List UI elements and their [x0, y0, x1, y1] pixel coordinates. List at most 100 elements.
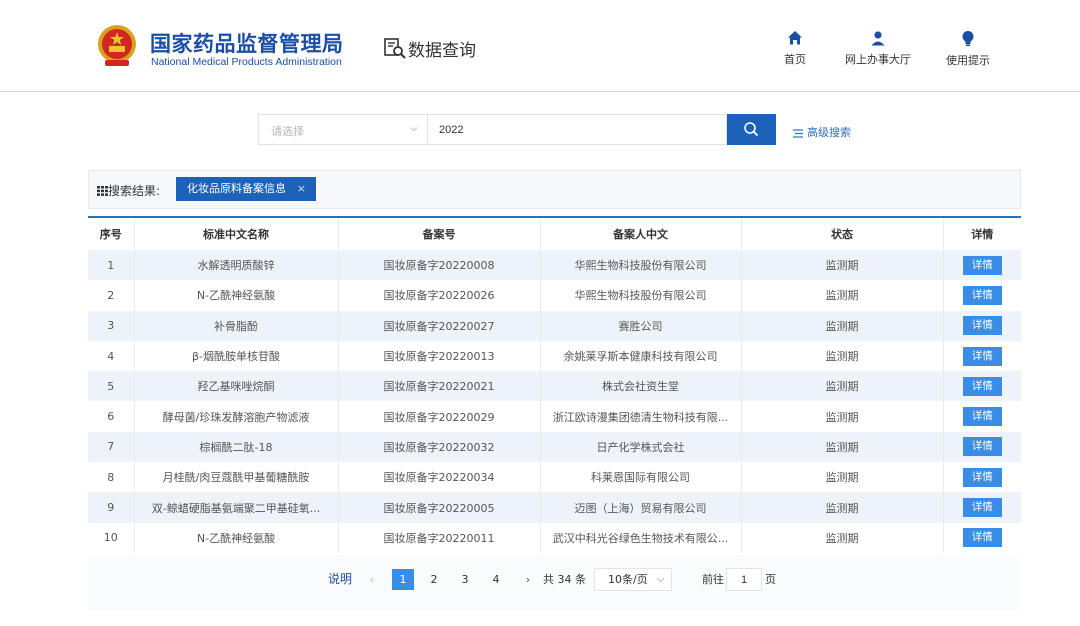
cell-record: 国妆原备字20220029: [338, 401, 541, 432]
table-row: 5 羟乙基咪唑烷酮 国妆原备字20220021 株式会社资生堂 监测期 详情: [88, 371, 1021, 402]
cell-status: 监测期: [741, 250, 944, 281]
grid-icon: [97, 186, 108, 196]
page-size-select[interactable]: 10条/页: [594, 568, 672, 591]
cell-status: 监测期: [741, 431, 944, 463]
category-select[interactable]: 请选择: [258, 114, 427, 145]
cell-record: 国妆原备字20220026: [338, 280, 541, 311]
page-button-2[interactable]: 2: [423, 569, 445, 590]
page-button-4[interactable]: 4: [485, 569, 507, 590]
cell-status: 监测期: [741, 492, 944, 523]
table-row: 9 双-鲸蜡硬脂基氨端聚二甲基硅氧... 国妆原备字20220005 迈图（上海）贸易…: [88, 492, 1021, 523]
home-icon: [788, 31, 802, 45]
category-select-placeholder: 请选择: [271, 125, 304, 138]
nav-service-hall[interactable]: 网上办事大厅: [845, 30, 911, 67]
cell-status: 监测期: [741, 340, 944, 372]
detail-button[interactable]: 详情: [962, 498, 1002, 518]
cell-detail: 详情: [943, 310, 1021, 341]
advanced-search-link[interactable]: 高级搜索: [793, 124, 851, 140]
chevron-down-icon: [656, 577, 665, 583]
detail-button[interactable]: 详情: [962, 316, 1002, 336]
detail-button[interactable]: 详情: [962, 407, 1002, 427]
table-row: 1 水解透明质酸锌 国妆原备字20220008 华熙生物科技股份有限公司 监测期 详情: [88, 250, 1021, 281]
column-header-no: 序号: [88, 218, 135, 250]
nav-home-label: 首页: [784, 53, 806, 66]
cell-no: 4: [88, 340, 135, 372]
cell-status: 监测期: [741, 462, 944, 493]
cell-name: β-烟酰胺单核苷酸: [134, 340, 339, 372]
pagination-note[interactable]: 说明: [328, 569, 352, 590]
cell-name: 双-鲸蜡硬脂基氨端聚二甲基硅氧...: [134, 492, 339, 523]
detail-button[interactable]: 详情: [962, 346, 1002, 366]
cell-applicant: 余姚莱孚斯本健康科技有限公司: [540, 340, 742, 372]
search-input[interactable]: [427, 114, 727, 145]
cell-no: 2: [88, 280, 135, 311]
results-table: 序号 标准中文名称 备案号 备案人中文 状态 详情 1 水解透明质酸锌 国妆原备字2…: [88, 216, 1021, 553]
search-results-text: 搜索结果:: [108, 184, 161, 198]
cell-applicant: 日产化学株式会社: [540, 431, 742, 463]
column-header-applicant: 备案人中文: [540, 218, 742, 250]
org-name-cn: 国家药品监督管理局: [150, 32, 344, 56]
org-name-en: National Medical Products Administration: [151, 56, 342, 68]
column-header-detail: 详情: [943, 218, 1021, 250]
table-row: 10 N-乙酰神经氨酸 国妆原备字20220011 武汉中科光谷绿色生物技术有限公..…: [88, 522, 1021, 553]
cell-status: 监测期: [741, 371, 944, 402]
cell-no: 5: [88, 371, 135, 402]
filter-lines-icon: [793, 129, 803, 138]
table-row: 6 酵母菌/珍珠发酵溶胞产物滤液 国妆原备字20220029 浙江欧诗漫集团德清生物科…: [88, 401, 1021, 432]
filter-tag-label: 化妆品原料备案信息: [187, 182, 286, 195]
goto-label: 前往: [702, 573, 724, 586]
cell-detail: 详情: [943, 431, 1021, 463]
cell-detail: 详情: [943, 462, 1021, 493]
table-header-row: 序号 标准中文名称 备案号 备案人中文 状态 详情: [88, 218, 1021, 250]
column-header-status: 状态: [741, 218, 944, 250]
nav-home[interactable]: 首页: [784, 30, 806, 67]
cell-applicant: 科莱恩国际有限公司: [540, 462, 742, 493]
page-unit: 页: [765, 573, 776, 586]
advanced-search-label: 高级搜索: [807, 126, 851, 139]
page-button-1[interactable]: 1: [392, 569, 414, 590]
close-icon[interactable]: ×: [297, 177, 306, 201]
cell-detail: 详情: [943, 280, 1021, 311]
cell-no: 7: [88, 431, 135, 463]
cell-status: 监测期: [741, 310, 944, 341]
cell-record: 国妆原备字20220011: [338, 522, 541, 553]
cell-name: N-乙酰神经氨酸: [134, 522, 339, 553]
data-query-icon: [384, 38, 406, 59]
column-header-name: 标准中文名称: [134, 218, 339, 250]
cell-applicant: 株式会社资生堂: [540, 371, 742, 402]
cell-applicant: 华熙生物科技股份有限公司: [540, 280, 742, 311]
detail-button[interactable]: 详情: [962, 467, 1002, 487]
nav-usage-tips-label: 使用提示: [946, 54, 990, 67]
cell-detail: 详情: [943, 371, 1021, 402]
cell-name: 羟乙基咪唑烷酮: [134, 371, 339, 402]
filter-tag[interactable]: 化妆品原料备案信息 ×: [176, 177, 316, 201]
cell-detail: 详情: [943, 401, 1021, 432]
table-row: 8 月桂酰/肉豆蔻酰甲基葡糖酰胺 国妆原备字20220034 科莱恩国际有限公司 监测期…: [88, 462, 1021, 493]
goto-page-input[interactable]: [726, 568, 762, 591]
lightbulb-icon: [962, 31, 974, 47]
detail-button[interactable]: 详情: [962, 437, 1002, 457]
cell-name: 棕榈酰二肽-18: [134, 431, 339, 463]
cell-status: 监测期: [741, 280, 944, 311]
cell-record: 国妆原备字20220032: [338, 431, 541, 463]
search-results-label: 搜索结果:: [97, 182, 160, 199]
detail-button[interactable]: 详情: [962, 255, 1002, 275]
detail-button[interactable]: 详情: [962, 376, 1002, 396]
cell-no: 8: [88, 462, 135, 493]
pagination: 说明 ‹ 1 2 3 4 › 共 34 条 10条/页 前往 页: [88, 555, 1021, 610]
nav-usage-tips[interactable]: 使用提示: [946, 30, 990, 68]
search-results-bar: 搜索结果: 化妆品原料备案信息 ×: [88, 170, 1021, 209]
table-row: 7 棕榈酰二肽-18 国妆原备字20220032 日产化学株式会社 监测期 详情: [88, 431, 1021, 463]
cell-detail: 详情: [943, 522, 1021, 553]
cell-record: 国妆原备字20220021: [338, 371, 541, 402]
search-icon: [744, 122, 759, 137]
detail-button[interactable]: 详情: [962, 528, 1002, 548]
page-button-3[interactable]: 3: [454, 569, 476, 590]
cell-applicant: 赛胜公司: [540, 310, 742, 341]
table-row: 2 N-乙酰神经氨酸 国妆原备字20220026 华熙生物科技股份有限公司 监测期 详情: [88, 280, 1021, 311]
prev-page-button[interactable]: ‹: [362, 569, 382, 590]
next-page-button[interactable]: ›: [518, 569, 538, 590]
detail-button[interactable]: 详情: [962, 285, 1002, 305]
search-button[interactable]: [727, 114, 776, 145]
cell-no: 10: [88, 522, 135, 553]
